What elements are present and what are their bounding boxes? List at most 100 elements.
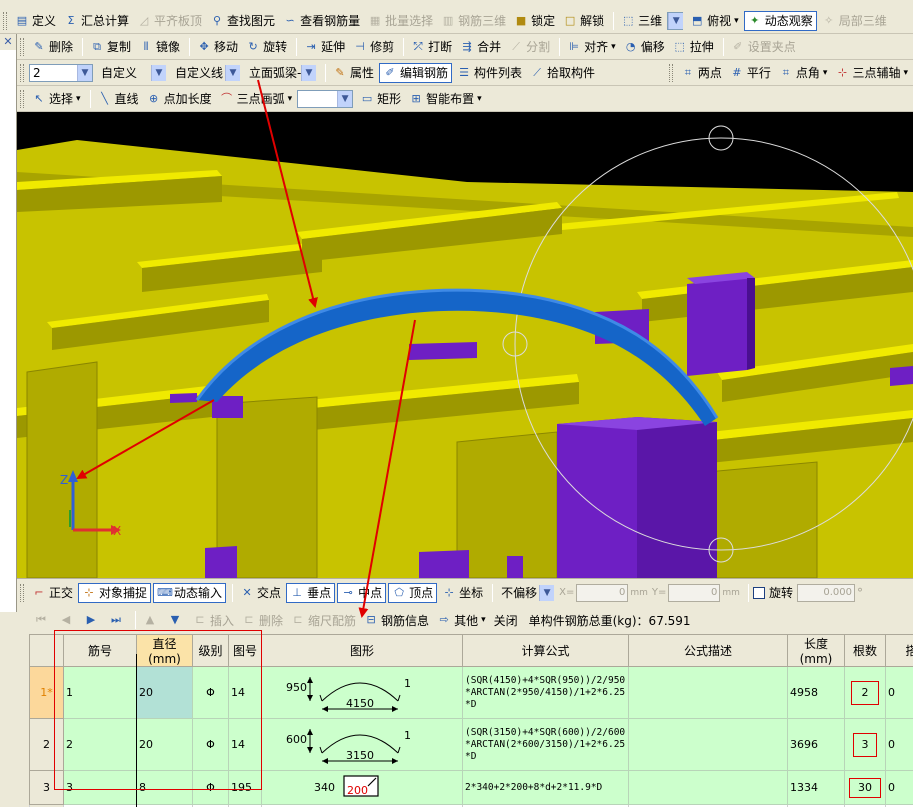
- break-button[interactable]: ⤱ 打断: [408, 37, 455, 57]
- edit-rebar-button[interactable]: ✐ 编辑钢筋: [379, 62, 453, 83]
- table-row[interactable]: 2 2 20 Φ 14 600 3150 1 (SQR(3150)+4*SQR(…: [29, 718, 913, 771]
- column-header-diameter[interactable]: 直径(mm): [136, 634, 193, 667]
- subtype-select[interactable]: 自定义线 ▼: [171, 63, 241, 82]
- top-view-button[interactable]: ⬒ 俯视: [687, 11, 742, 31]
- y-coordinate-input[interactable]: 0: [668, 583, 721, 602]
- summary-calc-button[interactable]: Σ 汇总计算: [61, 11, 132, 31]
- rectangle-button[interactable]: ▭ 矩形: [357, 89, 404, 109]
- smart-layout-button[interactable]: ⊞ 智能布置: [406, 89, 485, 109]
- point-angle-button[interactable]: ⌗ 点角: [776, 63, 831, 83]
- toolbar-grip[interactable]: [668, 63, 673, 82]
- align-button[interactable]: ⊫ 对齐: [564, 37, 619, 57]
- lap-cell[interactable]: 0: [885, 770, 913, 805]
- intersection-button[interactable]: ✕ 交点: [237, 583, 284, 603]
- column-header-bar-no[interactable]: 筋号: [63, 634, 137, 667]
- 3d-viewport[interactable]: Z X: [17, 112, 913, 578]
- table-row[interactable]: 1* 1 20 Φ 14 950 4150 1 (SQR(4150)+4*SQR…: [29, 666, 913, 719]
- offset-button[interactable]: ◔ 偏移: [621, 37, 668, 57]
- select-button[interactable]: ↖ 选择: [29, 89, 84, 109]
- last-record-button[interactable]: ⏭: [106, 610, 129, 630]
- count-cell[interactable]: 2: [844, 666, 886, 719]
- fig-no-cell[interactable]: 14: [228, 666, 262, 719]
- vertex-button[interactable]: ⬠ 顶点: [388, 582, 438, 603]
- two-points-button[interactable]: ⌗ 两点: [678, 63, 725, 83]
- count-cell[interactable]: 3: [844, 718, 886, 771]
- rotate-button[interactable]: ↻ 旋转: [243, 37, 290, 57]
- bar-no-cell[interactable]: 1: [63, 666, 137, 719]
- count-cell[interactable]: 30: [844, 770, 886, 805]
- column-header-length[interactable]: 长度(mm): [787, 634, 845, 667]
- column-header-shape[interactable]: 图形: [261, 634, 463, 667]
- move-button[interactable]: ✥ 移动: [194, 37, 241, 57]
- shape-cell[interactable]: 600 3150 1: [261, 718, 463, 771]
- line-button[interactable]: ╲ 直线: [95, 89, 142, 109]
- lap-cell[interactable]: 0: [885, 666, 913, 719]
- pick-component-button[interactable]: ⟋ 拾取构件: [527, 63, 598, 83]
- grade-cell[interactable]: Φ: [192, 666, 229, 719]
- lock-button[interactable]: ■ 锁定: [511, 11, 558, 31]
- row-number[interactable]: 1*: [29, 666, 64, 719]
- diameter-cell[interactable]: 20: [136, 718, 193, 771]
- column-header-description[interactable]: 公式描述: [628, 634, 788, 667]
- category-select[interactable]: 自定义 ▼: [97, 63, 167, 82]
- length-cell[interactable]: 4958: [787, 666, 845, 719]
- offset-mode-select[interactable]: 不偏移 ▼: [497, 583, 556, 602]
- bar-no-cell[interactable]: 3: [63, 770, 137, 805]
- view-rebar-quantity-button[interactable]: ∽ 查看钢筋量: [280, 11, 363, 31]
- close-icon[interactable]: ✕: [0, 34, 16, 50]
- find-element-button[interactable]: ⚲ 查找图元: [207, 11, 278, 31]
- ortho-button[interactable]: ⌐ 正交: [29, 583, 76, 603]
- toolbar-grip[interactable]: [20, 89, 24, 108]
- toolbar-grip[interactable]: [3, 11, 7, 30]
- coordinate-button[interactable]: ⊹ 坐标: [439, 583, 486, 603]
- copy-button[interactable]: ⧉ 复制: [87, 37, 134, 57]
- length-cell[interactable]: 3696: [787, 718, 845, 771]
- rotate-checkbox[interactable]: [752, 586, 765, 599]
- component-select[interactable]: 立面弧梁- ▼: [245, 63, 317, 82]
- flush-slab-button[interactable]: ◿ 平齐板顶: [134, 11, 205, 31]
- batch-select-button[interactable]: ▦ 批量选择: [365, 11, 436, 31]
- first-record-button[interactable]: ⏮: [31, 610, 54, 630]
- unlock-button[interactable]: □ 解锁: [560, 11, 607, 31]
- properties-button[interactable]: ✎ 属性: [330, 63, 377, 83]
- point-length-button[interactable]: ⊕ 点加长度: [144, 89, 215, 109]
- rotate-angle-input[interactable]: 0.000: [796, 583, 855, 602]
- formula-cell[interactable]: (SQR(4150)+4*SQR(950))/2/950*ARCTAN(2*95…: [462, 666, 629, 719]
- lap-cell[interactable]: 0: [885, 718, 913, 771]
- bar-no-cell[interactable]: 2: [63, 718, 137, 771]
- merge-button[interactable]: ⇶ 合并: [457, 37, 504, 57]
- formula-cell[interactable]: 2*340+2*200+8*d+2*11.9*D: [462, 770, 629, 805]
- stretch-button[interactable]: ⬚ 拉伸: [670, 37, 717, 57]
- perpendicular-button[interactable]: ⊥ 垂点: [286, 582, 336, 603]
- table-row[interactable]: 3 3 8 Φ 195 340 200 2*340+2*200+8*d+2*11…: [29, 770, 913, 805]
- mirror-button[interactable]: ⫴ 镜像: [136, 37, 183, 57]
- move-up-button[interactable]: ▲: [140, 610, 163, 630]
- midpoint-button[interactable]: ⊸ 中点: [337, 582, 387, 603]
- rebar-3d-button[interactable]: ▥ 钢筋三维: [438, 11, 509, 31]
- object-snap-button[interactable]: ⊹ 对象捕捉: [78, 582, 152, 603]
- grade-cell[interactable]: Φ: [192, 770, 229, 805]
- diameter-cell[interactable]: 20: [136, 666, 193, 719]
- insert-button[interactable]: ⊏ 插入: [190, 610, 237, 630]
- rebar-info-button[interactable]: ⊟ 钢筋信息: [361, 610, 432, 630]
- fig-no-cell[interactable]: 195: [228, 770, 262, 805]
- toolbar-grip[interactable]: [20, 63, 24, 82]
- shape-cell[interactable]: 340 200: [261, 770, 463, 805]
- column-header-grade[interactable]: 级别: [192, 634, 229, 667]
- toolbar-grip[interactable]: [20, 583, 24, 602]
- three-point-arc-button[interactable]: ⌒ 三点画弧: [217, 89, 296, 109]
- other-button[interactable]: ⇨ 其他: [434, 610, 489, 630]
- column-header-lap[interactable]: 搭接: [885, 634, 913, 667]
- prev-record-button[interactable]: ◀: [56, 610, 79, 630]
- length-cell[interactable]: 1334: [787, 770, 845, 805]
- delete-button[interactable]: ✎ 删除: [29, 37, 76, 57]
- description-cell[interactable]: [628, 666, 788, 719]
- shape-cell[interactable]: 950 4150 1: [261, 666, 463, 719]
- trim-button[interactable]: ⊣ 修剪: [350, 37, 397, 57]
- local-3d-button[interactable]: ✧ 局部三维: [819, 11, 890, 31]
- row-number[interactable]: 3: [29, 770, 64, 805]
- view-3d-button[interactable]: ⬚ 三维: [618, 11, 665, 31]
- close-button[interactable]: 关闭: [491, 610, 521, 630]
- floor-select[interactable]: 2 ▼: [29, 63, 93, 82]
- split-button[interactable]: ⟋ 分割: [506, 37, 553, 57]
